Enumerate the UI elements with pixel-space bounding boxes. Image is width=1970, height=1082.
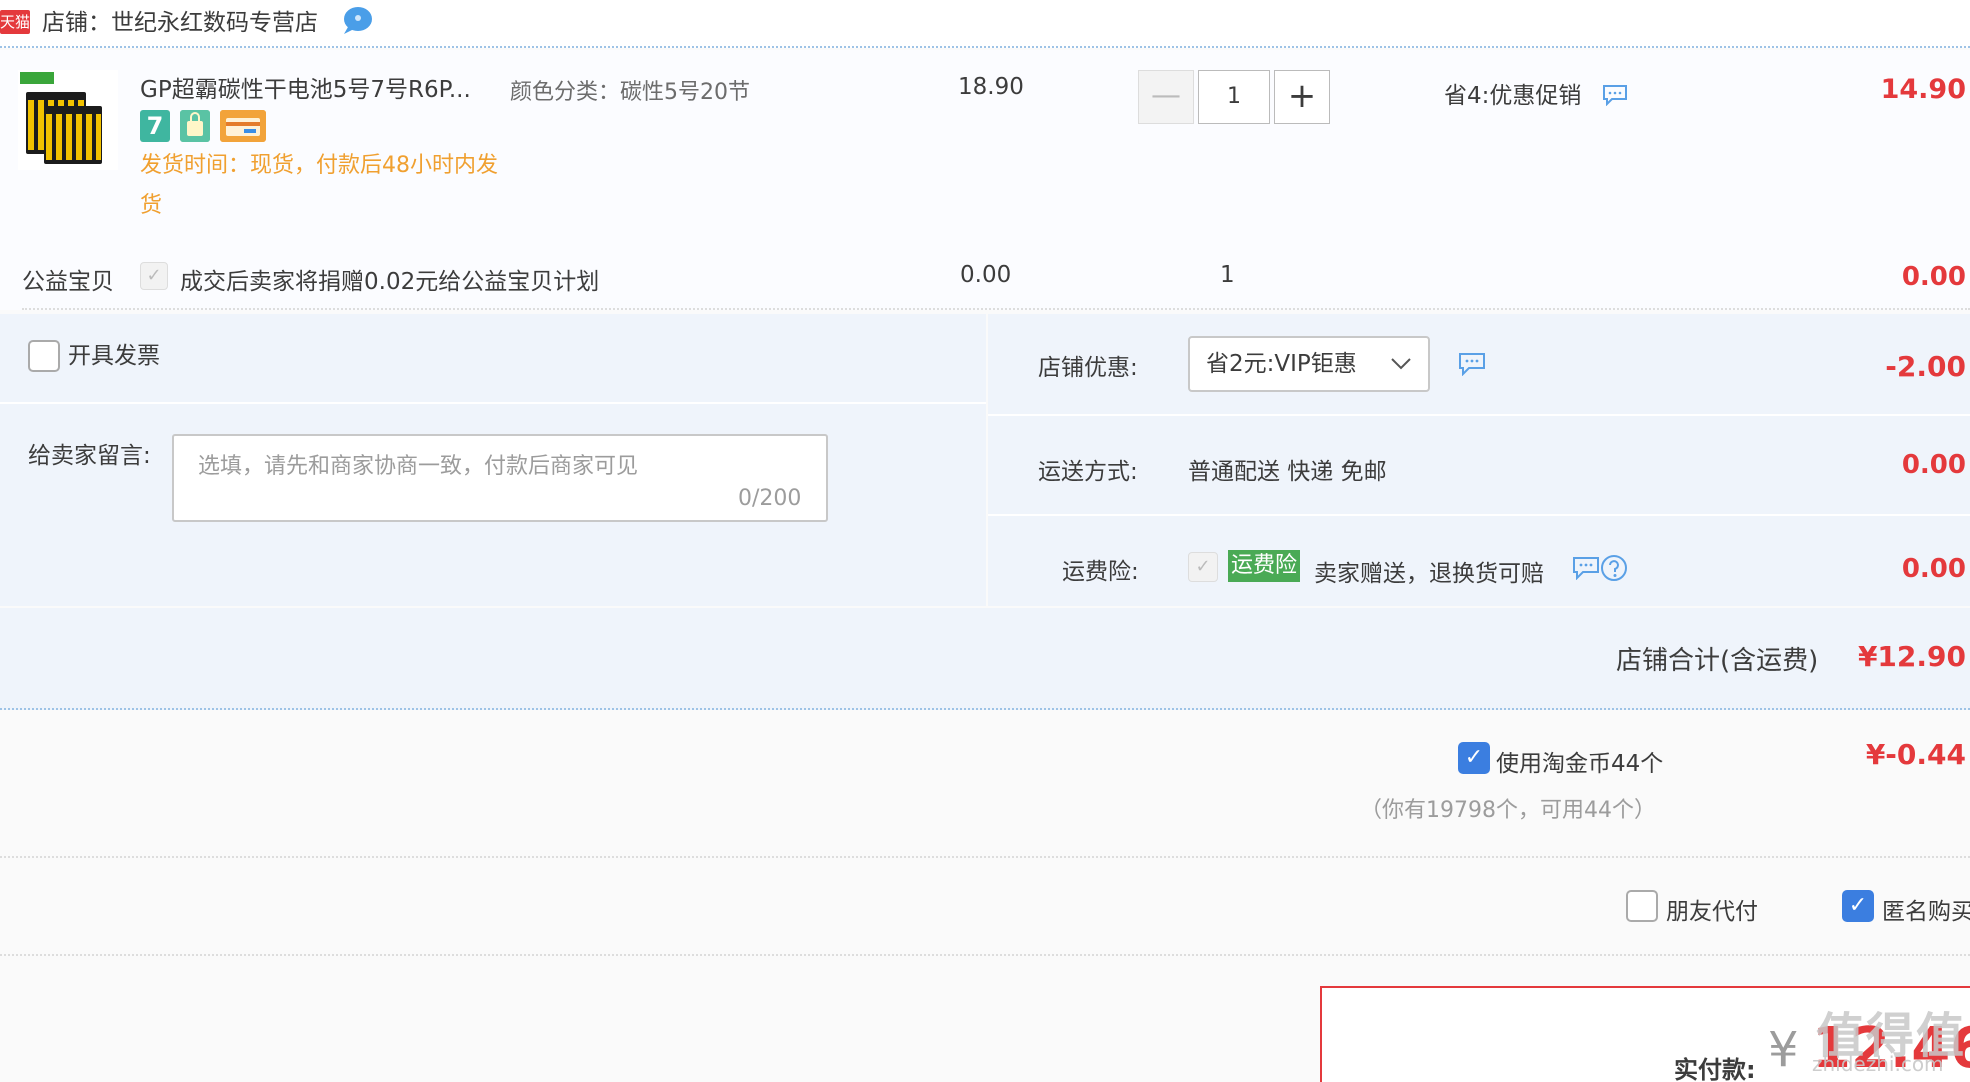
divider <box>0 856 1970 858</box>
chevron-down-icon[interactable] <box>1390 352 1412 374</box>
divider <box>988 414 1970 416</box>
credit-card-icon[interactable] <box>220 110 266 142</box>
shipping-insurance-label: 运费险: <box>1062 559 1139 585</box>
watermark-url: zhidezhi.com <box>1812 1052 1944 1076</box>
charity-total: 0.00 <box>1901 262 1966 292</box>
shipping-insurance-checkbox[interactable]: ✓ <box>1188 552 1218 582</box>
shop-name[interactable]: 店铺：世纪永红数码专营店 <box>42 6 318 40</box>
divider <box>0 402 986 404</box>
quantity-input[interactable]: 1 <box>1198 70 1270 124</box>
seven-day-return-icon[interactable]: 7 <box>140 110 170 142</box>
shop-discount-label: 店铺优惠: <box>1038 355 1138 381</box>
product-image[interactable] <box>18 70 118 170</box>
seller-message-placeholder: 选填，请先和商家协商一致，付款后商家可见 <box>198 454 639 479</box>
shipping-insurance-amount: 0.00 <box>1901 554 1966 584</box>
use-coins-label[interactable]: 使用淘金币44个 <box>1496 744 1663 778</box>
coins-balance-note: （你有19798个，可用44个） <box>1360 798 1656 823</box>
charity-quantity: 1 <box>1220 262 1235 288</box>
tmall-logo: 天猫 <box>0 10 30 34</box>
charity-label: 公益宝贝 <box>22 269 114 295</box>
message-icon[interactable] <box>1602 84 1628 106</box>
divider <box>988 514 1970 516</box>
anonymous-purchase-checkbox[interactable]: ✓ <box>1842 890 1874 922</box>
charity-price: 0.00 <box>960 262 1012 288</box>
use-coins-checkbox[interactable]: ✓ <box>1458 742 1490 774</box>
anonymous-purchase-label[interactable]: 匿名购买 <box>1882 892 1970 926</box>
quantity-decrease-button[interactable]: — <box>1138 70 1194 124</box>
shipping-insurance-text: 卖家赠送，退换货可赔 <box>1314 561 1544 587</box>
seller-message-label: 给卖家留言: <box>28 443 151 469</box>
shipping-method-label: 运送方式: <box>1038 459 1138 485</box>
unit-price: 18.90 <box>958 74 1024 100</box>
shipping-insurance-tag: 运费险 <box>1228 550 1301 582</box>
actual-payment-label: 实付款: <box>1674 1056 1756 1082</box>
ship-time-note: 发货时间：现货，付款后48小时内发货 <box>140 153 498 218</box>
message-char-count: 0/200 <box>738 486 802 511</box>
promo-text: 省4:优惠促销 <box>1444 83 1582 109</box>
message-icon[interactable] <box>1572 556 1600 580</box>
currency-symbol: ¥ <box>1768 1022 1799 1078</box>
message-icon[interactable] <box>1458 352 1486 376</box>
shopping-bag-icon[interactable] <box>180 110 210 142</box>
item-total-price: 14.90 <box>1880 74 1966 105</box>
shop-discount-amount: -2.00 <box>1885 350 1966 383</box>
invoice-label[interactable]: 开具发票 <box>68 340 160 372</box>
charity-checkbox[interactable]: ✓ <box>140 262 168 290</box>
product-title[interactable]: GP超霸碳性干电池5号7号R6P... <box>140 70 471 104</box>
chat-bubble-icon[interactable] <box>340 5 374 35</box>
shop-total-amount: ¥12.90 <box>1857 640 1966 673</box>
help-icon[interactable] <box>1600 554 1628 582</box>
quantity-increase-button[interactable]: + <box>1274 70 1330 124</box>
friend-pay-checkbox[interactable] <box>1626 890 1658 922</box>
sku-info: 颜色分类：碳性5号20节 <box>510 80 750 105</box>
shop-total-label: 店铺合计(含运费) <box>1616 646 1819 676</box>
charity-description: 成交后卖家将捐赠0.02元给公益宝贝计划 <box>180 269 600 295</box>
shipping-amount: 0.00 <box>1901 450 1966 480</box>
shipping-method-value: 普通配送 快递 免邮 <box>1188 459 1387 485</box>
coins-discount-amount: ¥-0.44 <box>1865 738 1966 771</box>
invoice-checkbox[interactable] <box>28 340 60 372</box>
divider <box>22 308 1970 310</box>
divider <box>0 954 1970 956</box>
friend-pay-label[interactable]: 朋友代付 <box>1666 892 1758 926</box>
